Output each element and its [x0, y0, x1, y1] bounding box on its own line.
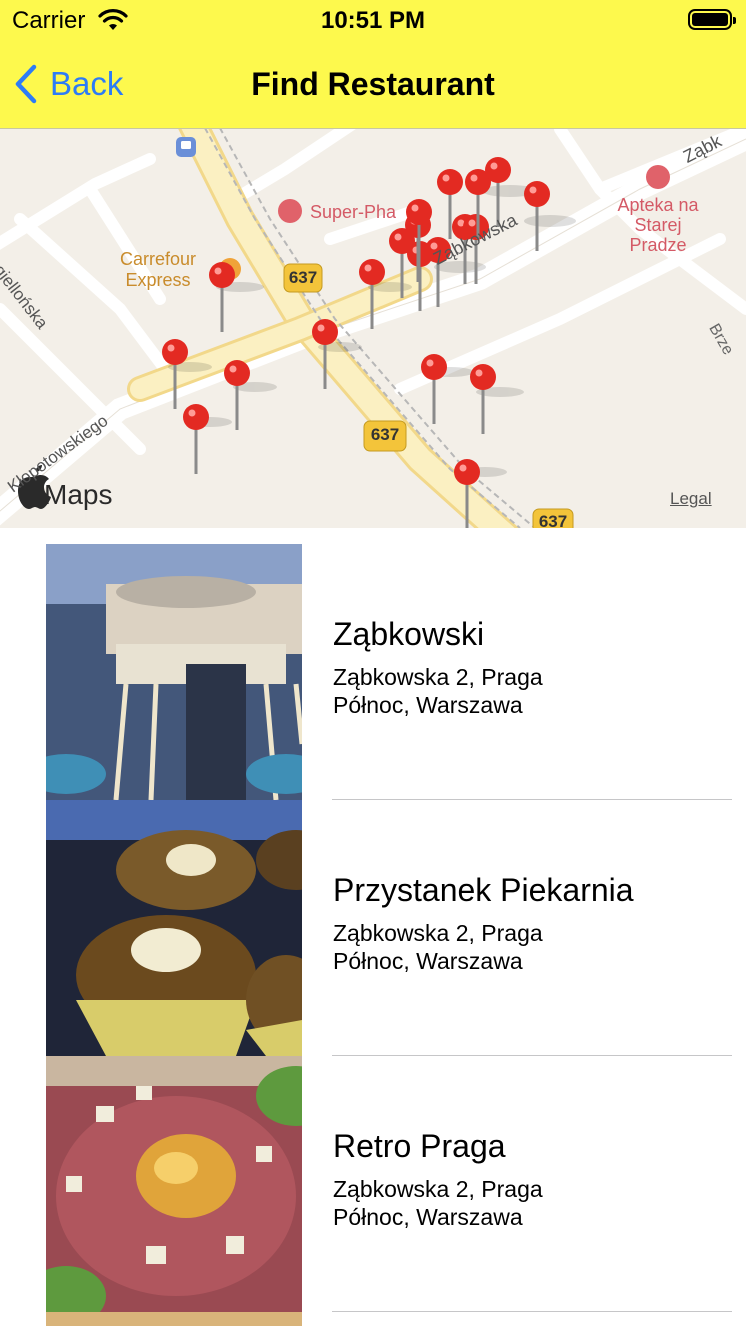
route-label-637-a: 637: [288, 268, 318, 287]
restaurant-name: Przystanek Piekarnia: [333, 872, 634, 908]
restaurant-row[interactable]: Retro Praga Ząbkowska 2, Praga Północ, W…: [0, 1056, 746, 1312]
battery-icon: [688, 9, 736, 30]
route-label-637-c: 637: [538, 512, 568, 528]
map-pin: [421, 354, 447, 424]
status-bar: Carrier 10:51 PM: [0, 0, 746, 44]
restaurant-list: Ząbkowski Ząbkowska 2, Praga Północ, War…: [0, 544, 746, 1312]
map-pin: [209, 262, 235, 332]
restaurant-photo: [46, 544, 302, 800]
restaurant-row[interactable]: Ząbkowski Ząbkowska 2, Praga Północ, War…: [0, 544, 746, 800]
map-label-superpharm: Super-Pha: [310, 202, 397, 222]
legal-link[interactable]: Legal: [670, 489, 712, 509]
restaurant-address: Ząbkowska 2, Praga Północ, Warszawa: [333, 920, 543, 974]
pharmacy-icon-2: [646, 165, 670, 189]
restaurant-address: Ząbkowska 2, Praga Północ, Warszawa: [333, 1176, 543, 1230]
restaurant-photo-partial: [46, 1312, 302, 1326]
restaurant-name: Ząbkowski: [333, 616, 485, 652]
clock: 10:51 PM: [320, 7, 426, 34]
pharmacy-icon: [278, 199, 302, 223]
tram-stop-icon: [176, 137, 196, 157]
maps-attribution: Maps: [44, 479, 113, 510]
restaurant-photo: [46, 800, 302, 1056]
restaurant-row[interactable]: Przystanek Piekarnia Ząbkowska 2, Praga …: [0, 800, 746, 1056]
map-pin: [183, 404, 209, 474]
navigation-bar: Back Find Restaurant: [0, 44, 746, 129]
row-separator: [332, 1311, 732, 1312]
map-pin: [470, 364, 496, 434]
restaurant-map[interactable]: Super-Pha Carrefour Express Apteka na St…: [0, 129, 746, 528]
restaurant-address: Ząbkowska 2, Praga Północ, Warszawa: [333, 664, 543, 718]
restaurant-photo: [46, 1056, 302, 1312]
route-label-637-b: 637: [370, 425, 400, 444]
map-label-carrefour: Carrefour Express: [120, 249, 197, 290]
restaurant-name: Retro Praga: [333, 1128, 506, 1164]
map-label-apteka: Apteka na Starej Pradze: [617, 195, 699, 255]
map-canvas: [0, 129, 746, 528]
page-title: Find Restaurant: [251, 66, 495, 102]
